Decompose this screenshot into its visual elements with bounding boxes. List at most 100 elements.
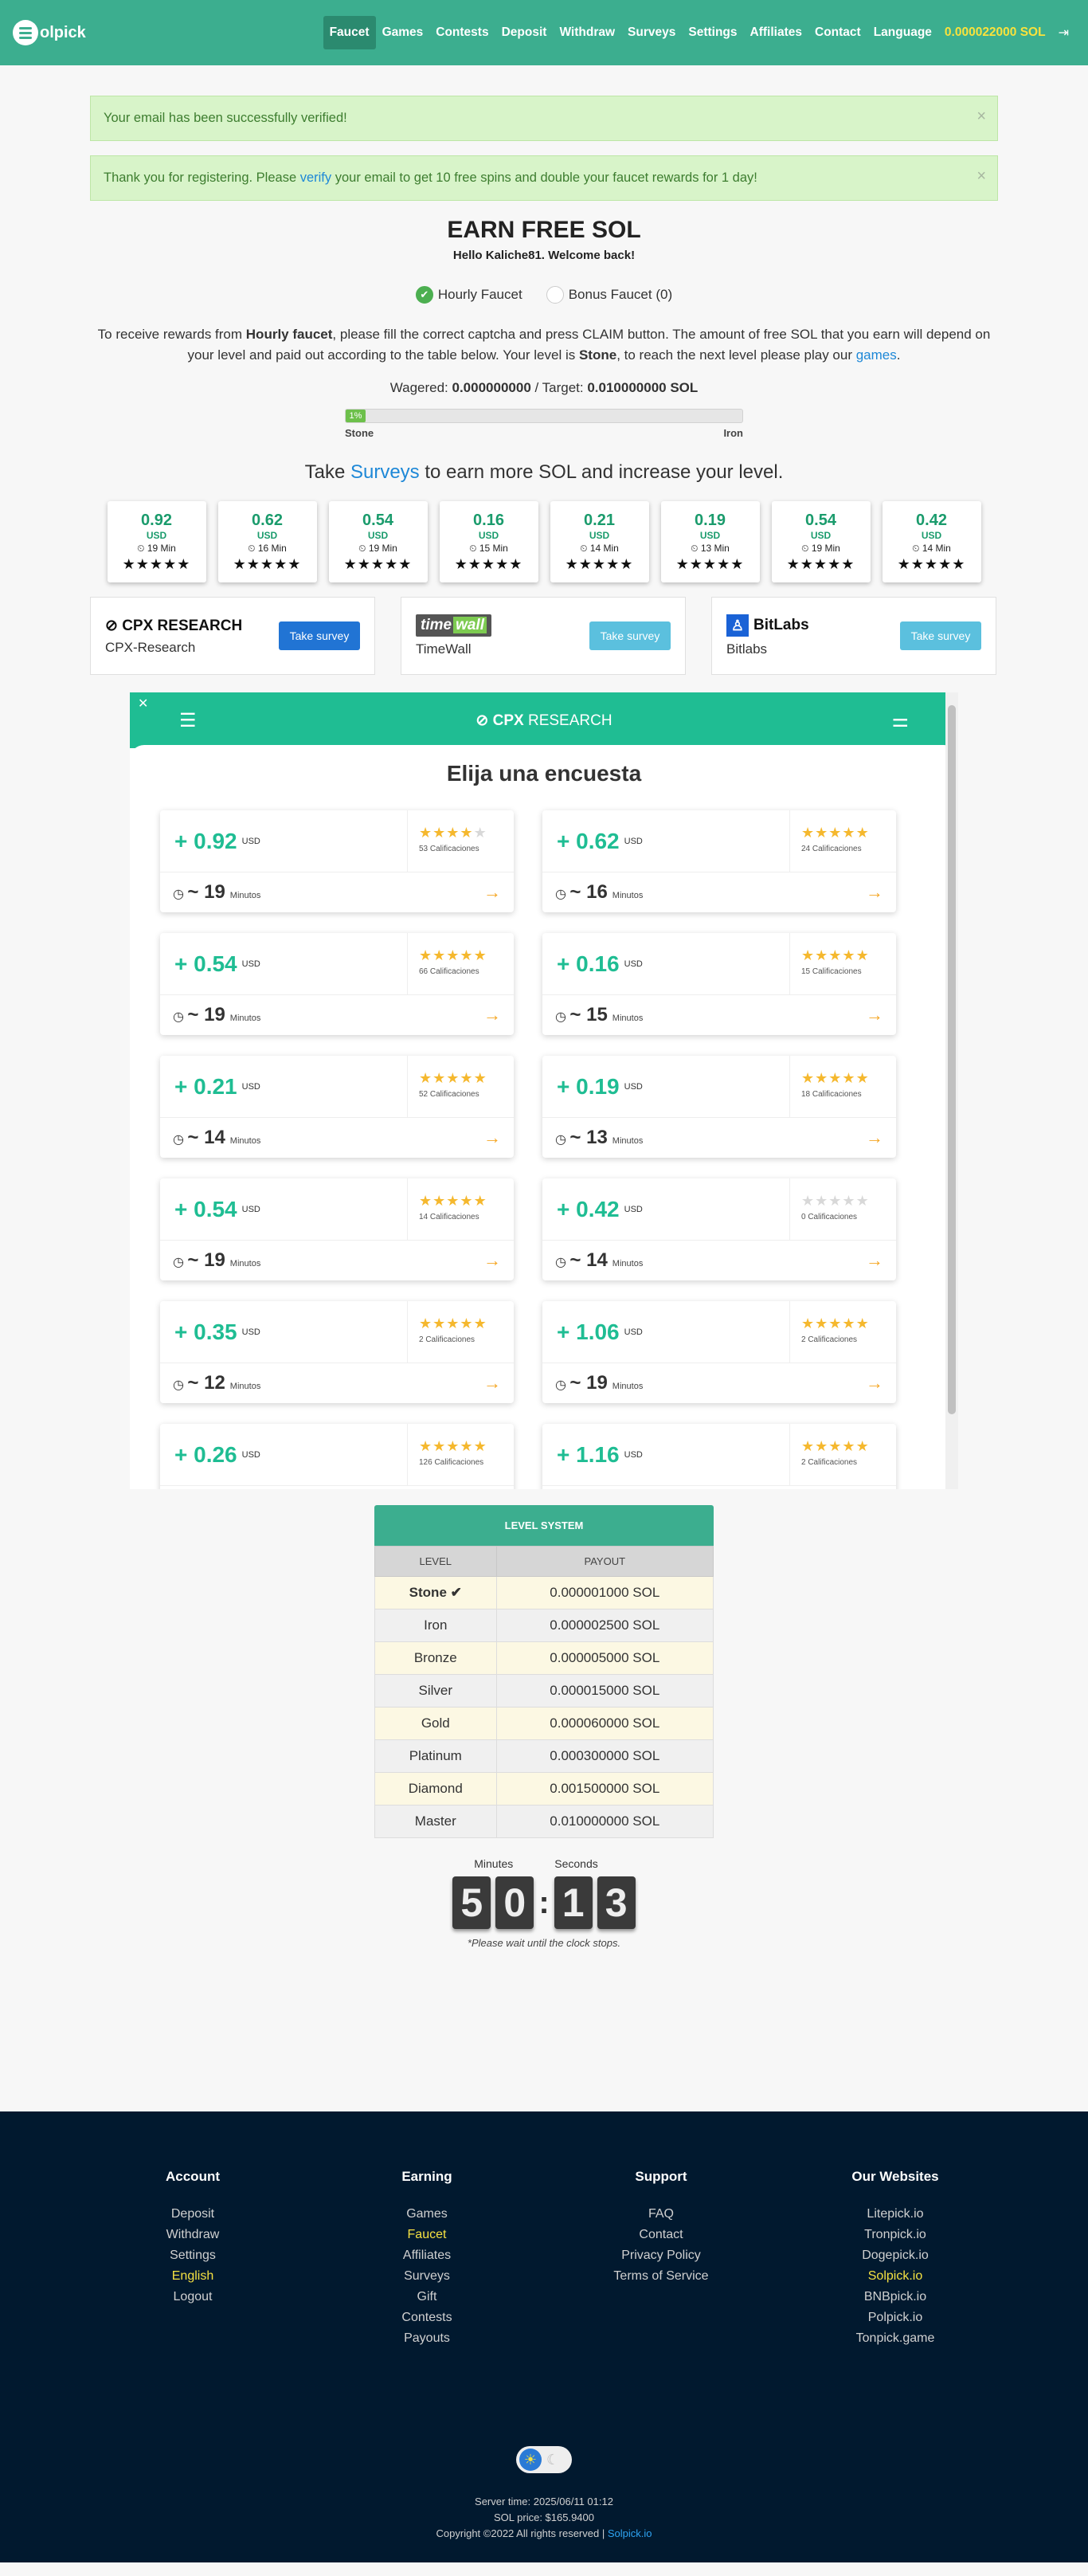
- take-survey-button[interactable]: Take survey: [279, 621, 360, 650]
- footer-link-faucet[interactable]: Faucet: [310, 2225, 544, 2245]
- surveys-link[interactable]: Surveys: [350, 461, 420, 483]
- cpx-card-top: + 0.54 USD ★★★★★ 14 Calificaciones: [160, 1178, 514, 1241]
- nav-contests[interactable]: Contests: [429, 16, 495, 49]
- cpx-survey-card[interactable]: + 0.42 USD ★★★★★ 0 Calificaciones ◷ ~ 14 Minu…: [542, 1178, 896, 1280]
- footer-link-litepick-io[interactable]: Litepick.io: [778, 2204, 1012, 2225]
- footer-link-gift[interactable]: Gift: [310, 2287, 544, 2307]
- arrow-right-icon[interactable]: →: [866, 1005, 883, 1025]
- balance-display[interactable]: 0.000022000 SOL: [938, 16, 1052, 49]
- check-icon: ✔: [415, 286, 433, 304]
- arrow-right-icon[interactable]: →: [483, 882, 501, 903]
- cpx-survey-card[interactable]: + 0.26 USD ★★★★★ 126 Calificaciones ◷ ~ 15Mi…: [160, 1424, 514, 1489]
- nav-withdraw[interactable]: Withdraw: [553, 16, 621, 49]
- footer-link-faq[interactable]: FAQ: [544, 2204, 778, 2225]
- timer-digit: 1: [554, 1876, 593, 1929]
- footer-link-tonpick-game[interactable]: Tonpick.game: [778, 2328, 1012, 2349]
- footer-link-games[interactable]: Games: [310, 2204, 544, 2225]
- footer-link-dogepick-io[interactable]: Dogepick.io: [778, 2245, 1012, 2266]
- scrollbar-thumb[interactable]: [948, 705, 956, 1414]
- survey-card[interactable]: 0.54 USD ⏲ 19 Min ★★★★★: [328, 501, 428, 582]
- arrow-right-icon[interactable]: →: [866, 882, 883, 903]
- cpx-survey-card[interactable]: + 1.16 USD ★★★★★ 2 Calificaciones ◷ ~ 13Minu…: [542, 1424, 896, 1489]
- site-logo[interactable]: olpick: [13, 20, 86, 45]
- survey-unit: USD: [256, 530, 278, 541]
- arrow-right-icon[interactable]: →: [866, 1373, 883, 1394]
- footer-link-logout[interactable]: Logout: [76, 2287, 310, 2307]
- nav-faucet[interactable]: Faucet: [323, 16, 376, 49]
- footer-link-bnbpick-io[interactable]: BNBpick.io: [778, 2287, 1012, 2307]
- cpx-survey-card[interactable]: + 0.62 USD ★★★★★ 24 Calificaciones ◷ ~ 16 Min…: [542, 810, 896, 912]
- cpx-duration: ◷ ~ 19 Minutos: [173, 1004, 260, 1026]
- cpx-survey-card[interactable]: + 0.16 USD ★★★★★ 15 Calificaciones ◷ ~ 15 Min…: [542, 933, 896, 1035]
- survey-card[interactable]: 0.42 USD ⏲ 14 Min ★★★★★: [882, 501, 981, 582]
- footer-link-payouts[interactable]: Payouts: [310, 2328, 544, 2349]
- cpx-value-currency: USD: [241, 836, 260, 846]
- footer-link-english[interactable]: English: [76, 2266, 310, 2287]
- survey-card[interactable]: 0.54 USD ⏲ 19 Min ★★★★★: [771, 501, 871, 582]
- close-icon[interactable]: ×: [976, 108, 986, 126]
- logout-icon[interactable]: ⇥: [1052, 15, 1075, 50]
- footer-link-terms-of-service[interactable]: Terms of Service: [544, 2266, 778, 2287]
- cpx-value: + 0.42 USD: [542, 1178, 789, 1240]
- cpx-survey-card[interactable]: + 1.06 USD ★★★★★ 2 Calificaciones ◷ ~ 19 Minu…: [542, 1301, 896, 1403]
- cpx-survey-card[interactable]: + 0.19 USD ★★★★★ 18 Calificaciones ◷ ~ 13 Min…: [542, 1056, 896, 1158]
- survey-amount: 0.21: [584, 512, 615, 529]
- take-survey-button[interactable]: Take survey: [900, 621, 981, 650]
- arrow-right-icon[interactable]: →: [483, 1005, 501, 1025]
- footer-link-privacy-policy[interactable]: Privacy Policy: [544, 2245, 778, 2266]
- nav-surveys[interactable]: Surveys: [621, 16, 682, 49]
- nav-settings[interactable]: Settings: [682, 16, 743, 49]
- footer-link-solpick-io[interactable]: Solpick.io: [778, 2266, 1012, 2287]
- arrow-right-icon[interactable]: →: [866, 1127, 883, 1148]
- games-link[interactable]: games: [856, 347, 897, 363]
- survey-card[interactable]: 0.21 USD ⏲ 14 Min ★★★★★: [550, 501, 649, 582]
- arrow-right-icon[interactable]: →: [866, 1250, 883, 1271]
- footer-link-withdraw[interactable]: Withdraw: [76, 2225, 310, 2245]
- cpx-card-bottom: ◷ ~ 13Minutos→: [542, 1486, 896, 1489]
- survey-card[interactable]: 0.62 USD ⏲ 16 Min ★★★★★: [217, 501, 317, 582]
- arrow-right-icon[interactable]: →: [483, 1373, 501, 1394]
- close-icon[interactable]: ×: [976, 167, 986, 186]
- footer-link-tronpick-io[interactable]: Tronpick.io: [778, 2225, 1012, 2245]
- arrow-right-icon[interactable]: →: [483, 1250, 501, 1271]
- footer-link-deposit[interactable]: Deposit: [76, 2204, 310, 2225]
- nav-language[interactable]: Language: [867, 16, 938, 49]
- desc-text: , to reach the next level please play ou…: [616, 347, 856, 363]
- cpx-survey-card[interactable]: + 0.92 USD ★★★★★ 53 Calificaciones ◷ ~ 19 Min…: [160, 810, 514, 912]
- footer-link-settings[interactable]: Settings: [76, 2245, 310, 2266]
- survey-duration: ⏲ 19 Min: [358, 543, 397, 554]
- copyright-link[interactable]: Solpick.io: [608, 2527, 652, 2539]
- footer-link-surveys[interactable]: Surveys: [310, 2266, 544, 2287]
- footer-link-affiliates[interactable]: Affiliates: [310, 2245, 544, 2266]
- radio-bonus-faucet[interactable]: Bonus Faucet (0): [546, 286, 672, 304]
- footer-sites: Our Websites Litepick.io Tronpick.io Dogep…: [778, 2169, 1012, 2349]
- cpx-value-amount: + 0.21: [174, 1073, 237, 1099]
- nav-affiliates[interactable]: Affiliates: [744, 16, 808, 49]
- take-survey-button[interactable]: Take survey: [589, 621, 671, 650]
- cpx-survey-card[interactable]: + 0.54 USD ★★★★★ 66 Calificaciones ◷ ~ 19 Min…: [160, 933, 514, 1035]
- survey-card[interactable]: 0.19 USD ⏲ 13 Min ★★★★★: [660, 501, 760, 582]
- scrollbar[interactable]: [945, 692, 958, 1489]
- cpx-value-currency: USD: [624, 959, 643, 969]
- cpx-survey-card[interactable]: + 0.35 USD ★★★★★ 2 Calificaciones ◷ ~ 12 Minu…: [160, 1301, 514, 1403]
- level-from: Stone: [345, 427, 374, 439]
- level-name-text: Bronze: [413, 1650, 457, 1665]
- nav-games[interactable]: Games: [376, 16, 430, 49]
- menu-icon[interactable]: ☰: [179, 709, 197, 732]
- nav-contact[interactable]: Contact: [808, 16, 867, 49]
- cpx-survey-card[interactable]: + 0.21 USD ★★★★★ 52 Calificaciones ◷ ~ 14 Min…: [160, 1056, 514, 1158]
- radio-hourly-faucet[interactable]: ✔ Hourly Faucet: [415, 286, 522, 304]
- verify-link[interactable]: verify: [300, 171, 331, 185]
- filter-icon[interactable]: ⚌: [891, 709, 909, 732]
- nav-deposit[interactable]: Deposit: [495, 16, 554, 49]
- footer-link-contests[interactable]: Contests: [310, 2307, 544, 2328]
- cpx-survey-card[interactable]: + 0.54 USD ★★★★★ 14 Calificaciones ◷ ~ 19 Min…: [160, 1178, 514, 1280]
- survey-card[interactable]: 0.16 USD ⏲ 15 Min ★★★★★: [439, 501, 538, 582]
- arrow-right-icon[interactable]: →: [483, 1127, 501, 1148]
- footer-link-polpick-io[interactable]: Polpick.io: [778, 2307, 1012, 2328]
- survey-card[interactable]: 0.92 USD ⏲ 19 Min ★★★★★: [107, 501, 206, 582]
- theme-toggle[interactable]: ☀ ☾: [516, 2446, 572, 2473]
- close-icon[interactable]: ✕: [138, 696, 148, 712]
- footer-link-contact[interactable]: Contact: [544, 2225, 778, 2245]
- cpx-value-amount: + 0.62: [557, 828, 620, 853]
